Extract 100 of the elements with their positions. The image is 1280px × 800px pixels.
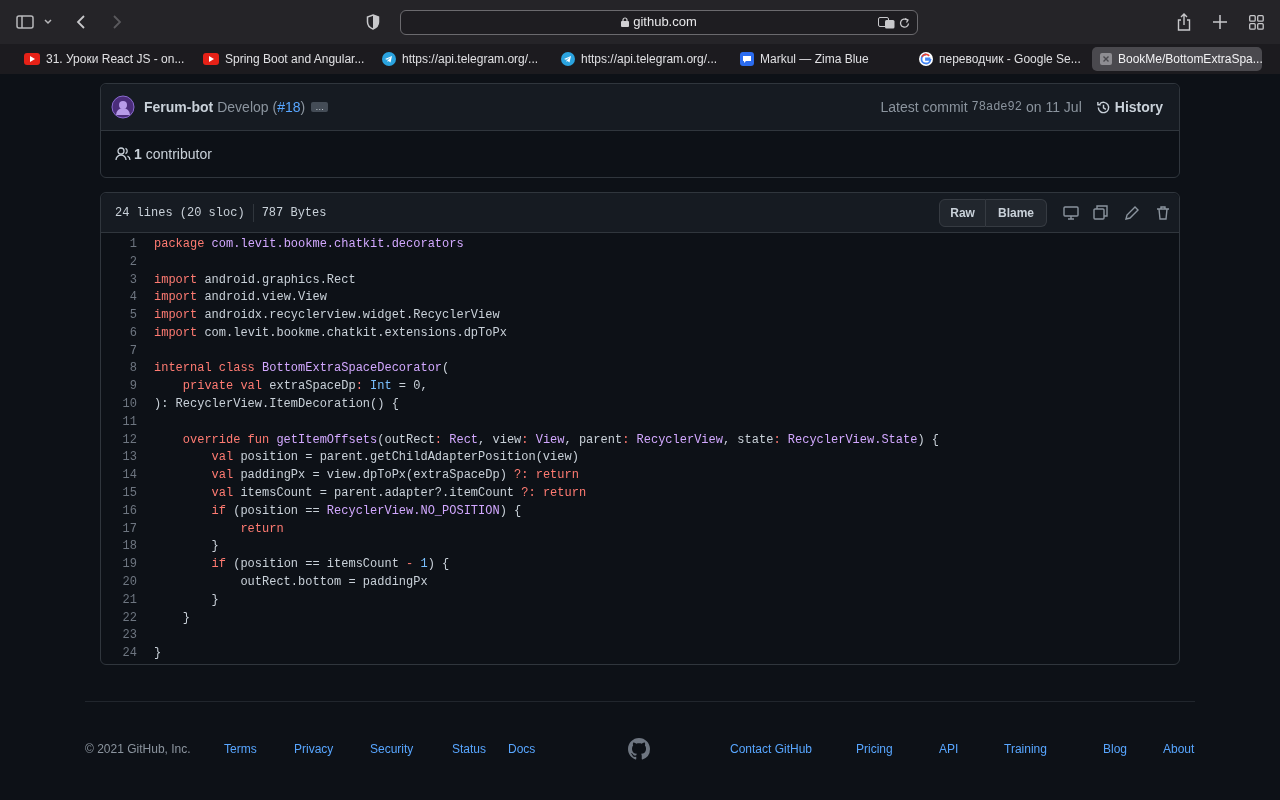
footer-link[interactable]: Training: [1004, 740, 1103, 759]
edit-icon[interactable]: [1125, 205, 1139, 220]
sidebar-icon[interactable]: [16, 15, 34, 29]
commit-message[interactable]: Develop (#18): [217, 96, 306, 118]
browser-tab[interactable]: BookMe/BottomExtraSpa...: [1092, 47, 1262, 71]
paper-plane-icon: [382, 52, 396, 66]
line-number: 20: [121, 574, 137, 592]
code-line: internal class BottomExtraSpaceDecorator(: [154, 360, 450, 378]
footer-link[interactable]: API: [939, 740, 1004, 759]
line-number: 2: [128, 253, 137, 271]
code-line: val position = parent.getChildAdapterPosition(view): [210, 449, 579, 467]
pull-request-link[interactable]: #18: [277, 98, 301, 115]
code-line: val paddingPx = view.dpToPx(extraSpaceDp) ?: return: [210, 467, 579, 485]
address-text: github.com: [633, 13, 697, 32]
copyright-text: © 2021 GitHub, Inc.: [85, 741, 192, 759]
back-icon[interactable]: [76, 15, 86, 29]
line-number: 11: [121, 413, 137, 431]
browser-tab[interactable]: https://api.telegram.org/...: [555, 47, 730, 71]
video-play-icon: [24, 53, 40, 65]
commit-sha[interactable]: 78ade92: [971, 98, 1022, 116]
footer-link[interactable]: Pricing: [856, 740, 939, 759]
footer-link[interactable]: Blog: [1103, 740, 1163, 759]
browser-tab[interactable]: Markul — Zima Blue: [734, 47, 909, 71]
paper-plane-icon: [561, 52, 575, 66]
plus-icon[interactable]: [1213, 15, 1227, 29]
code-line: import com.levit.bookme.chatkit.extensions.dpToPx: [154, 324, 507, 342]
chevron-down-icon[interactable]: [44, 19, 52, 25]
github-logo-icon[interactable]: [628, 738, 650, 761]
commit-date: on 11 Jul: [1026, 97, 1082, 117]
google-g-icon: [919, 52, 933, 66]
line-number: 15: [121, 485, 137, 503]
address-bar[interactable]: github.com: [400, 9, 918, 35]
footer-link[interactable]: Terms: [224, 740, 294, 759]
line-number: 18: [121, 538, 137, 556]
code-line: }: [154, 645, 162, 663]
code-line: }: [181, 609, 190, 627]
avatar: [111, 95, 135, 119]
lock-icon: [621, 17, 630, 27]
commit-author[interactable]: Ferum-bot: [144, 96, 214, 118]
browser-tab[interactable]: https://api.telegram.org/...: [376, 47, 551, 71]
line-number: 7: [128, 342, 137, 360]
file-size: 787 Bytes: [261, 204, 327, 222]
video-play-icon: [203, 53, 219, 65]
history-icon[interactable]: [1095, 99, 1111, 115]
shield-icon[interactable]: [366, 14, 380, 30]
line-number: 21: [121, 591, 137, 609]
line-number: 19: [121, 556, 137, 574]
line-number: 22: [121, 609, 137, 627]
line-number: 6: [128, 324, 137, 342]
code-line: ): RecyclerView.ItemDecoration() {: [154, 396, 399, 414]
browser-tab[interactable]: Spring Boot and Angular...: [197, 47, 372, 71]
code-line: }: [210, 538, 219, 556]
footer-link[interactable]: Security: [370, 740, 452, 759]
code-line: outRect.bottom = paddingPx: [239, 574, 428, 592]
code-line: override fun getItemOffsets(outRect: Rect, view: View, parent: RecyclerView, state: RecyclerView.State) {: [181, 431, 939, 449]
line-number: 24: [121, 645, 137, 663]
line-number: 12: [121, 431, 137, 449]
line-number: 14: [121, 467, 137, 485]
code-line: private val extraSpaceDp: Int = 0,: [181, 378, 428, 396]
desktop-icon[interactable]: [1063, 205, 1079, 220]
copy-icon[interactable]: [1093, 205, 1108, 220]
footer-link[interactable]: About: [1163, 740, 1195, 759]
code-line: }: [210, 591, 219, 609]
line-number: 13: [121, 449, 137, 467]
file-action-button[interactable]: Raw: [939, 198, 986, 227]
expand-commit-button[interactable]: …: [311, 102, 329, 112]
translate-icon[interactable]: [878, 16, 895, 29]
code-line: import androidx.recyclerview.widget.RecyclerView: [154, 307, 500, 325]
line-number: 9: [128, 378, 137, 396]
code-line: import android.view.View: [154, 289, 327, 307]
code-line: if (position == itemsCount - 1) {: [210, 556, 450, 574]
line-number: 16: [121, 502, 137, 520]
footer-link[interactable]: Contact GitHub: [730, 740, 856, 759]
people-icon: [115, 147, 131, 161]
browser-tab[interactable]: 31. Уроки React JS - on...: [18, 47, 193, 71]
line-number: 1: [128, 235, 137, 253]
code-line: return: [239, 520, 284, 538]
line-count: 24 lines (20 sloc): [115, 204, 245, 222]
line-number: 17: [121, 520, 137, 538]
history-link[interactable]: History: [1114, 96, 1163, 118]
tab-overview-icon[interactable]: [1249, 14, 1264, 30]
line-number: 10: [121, 396, 137, 414]
latest-commit-label: Latest commit: [880, 97, 968, 117]
line-number: 5: [128, 307, 137, 325]
footer-link[interactable]: Status: [452, 740, 508, 759]
code-line: package com.levit.bookme.chatkit.decorators: [154, 235, 464, 253]
delete-icon[interactable]: [1157, 205, 1169, 220]
footer-link[interactable]: Docs: [508, 740, 548, 759]
line-number: 23: [121, 627, 137, 645]
footer-link[interactable]: Privacy: [294, 740, 370, 759]
file-action-button[interactable]: Blame: [985, 198, 1047, 227]
code-line: if (position == RecyclerView.NO_POSITION) {: [210, 502, 522, 520]
line-number: 8: [128, 360, 137, 378]
reload-icon[interactable]: [899, 16, 910, 29]
chat-bubble-icon: [740, 52, 754, 66]
close-icon[interactable]: [1100, 53, 1112, 65]
line-number: 3: [128, 271, 137, 289]
browser-tab[interactable]: переводчик - Google Se...: [913, 47, 1088, 71]
share-icon[interactable]: [1177, 13, 1191, 31]
contributors-link[interactable]: 1 contributor: [134, 143, 212, 165]
